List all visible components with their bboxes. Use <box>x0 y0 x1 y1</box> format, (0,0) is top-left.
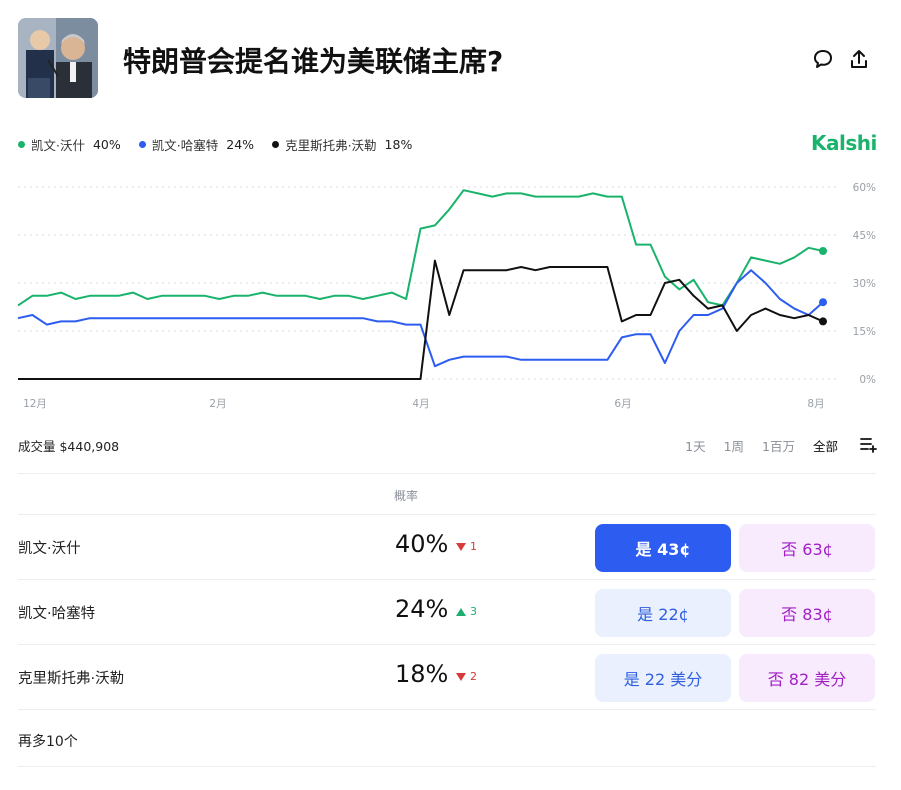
portrait-photo-icon <box>18 18 98 98</box>
range-1m[interactable]: 1百万 <box>762 436 795 455</box>
range-selector: 1天 1周 1百万 全部 <box>667 436 838 455</box>
x-tick-label: 4月 <box>412 398 429 410</box>
divider <box>18 709 876 710</box>
buy-no-button[interactable]: 否 63¢ <box>739 524 875 572</box>
outcome-name: 凯文·哈塞特 <box>18 606 96 622</box>
change-value: 2 <box>470 670 477 683</box>
change-indicator: 1 <box>456 540 477 553</box>
buy-no-button[interactable]: 否 82 美分 <box>739 654 875 702</box>
series-endpoint-2 <box>819 317 827 326</box>
volume-text: 成交量 $440,908 <box>18 439 120 454</box>
down-arrow-icon <box>456 672 466 681</box>
legend-dot <box>18 140 25 148</box>
market-title: 特朗普会提名谁为美联储主席? <box>123 45 504 78</box>
x-tick-label: 12月 <box>23 398 47 410</box>
buy-yes-button[interactable]: 是 22¢ <box>595 589 731 637</box>
outcome-name: 克里斯托弗·沃勒 <box>18 671 125 687</box>
legend-item: 凯文·哈塞特 24% <box>138 135 255 154</box>
outcome-row[interactable]: 凯文·哈塞特 24% 3 是 22¢ 否 83¢ <box>18 580 876 644</box>
y-tick-label: 45% <box>853 230 876 242</box>
legend-dot <box>272 140 280 148</box>
y-tick-label: 30% <box>853 278 876 290</box>
outcome-row[interactable]: 凯文·沃什 40% 1 是 43¢ 否 63¢ <box>18 515 876 579</box>
outcome-row[interactable]: 克里斯托弗·沃勒 18% 2 是 22 美分 否 82 美分 <box>18 645 876 709</box>
change-value: 3 <box>470 605 477 618</box>
legend-pct: 24% <box>226 136 255 152</box>
show-more-link[interactable]: 再多10个 <box>18 731 78 751</box>
y-tick-label: 0% <box>859 374 876 386</box>
x-tick-label: 8月 <box>807 398 824 410</box>
range-all[interactable]: 全部 <box>813 436 838 455</box>
list-add-icon[interactable] <box>860 435 878 453</box>
outcome-probability: 40% <box>395 530 449 558</box>
legend-dot <box>138 140 146 148</box>
range-1d[interactable]: 1天 <box>685 436 705 455</box>
y-tick-label: 15% <box>853 326 876 338</box>
x-tick-label: 2月 <box>209 398 226 410</box>
up-arrow-icon <box>456 607 466 616</box>
change-indicator: 3 <box>456 605 477 618</box>
legend-pct: 18% <box>384 136 413 152</box>
series-endpoint-1 <box>819 298 827 307</box>
series-line-1 <box>17 269 824 368</box>
series-line-2 <box>18 259 824 380</box>
down-arrow-icon <box>456 542 466 551</box>
change-indicator: 2 <box>456 670 477 683</box>
legend-item: 凯文·沃什 40% <box>18 135 121 154</box>
market-header: 特朗普会提名谁为美联储主席? <box>18 18 883 98</box>
buy-yes-button[interactable]: 是 22 美分 <box>595 654 731 702</box>
legend-name: 凯文·沃什 <box>31 137 85 153</box>
change-value: 1 <box>470 540 477 553</box>
legend-pct: 40% <box>92 136 121 152</box>
range-1w[interactable]: 1周 <box>724 436 744 455</box>
buy-no-button[interactable]: 否 83¢ <box>739 589 875 637</box>
outcome-name: 凯文·沃什 <box>18 541 81 557</box>
volume-row: 成交量 $440,908 1天 1周 1百万 全部 <box>18 434 878 454</box>
price-chart[interactable]: 60% 45% 30% 15% 0% 12月 2月 4月 6月 8月 <box>0 170 901 420</box>
legend-name: 凯文·哈塞特 <box>151 137 219 153</box>
market-avatar <box>18 18 98 98</box>
share-icon[interactable] <box>848 48 870 70</box>
outcome-probability: 18% <box>395 660 449 688</box>
divider <box>18 473 876 474</box>
chart-legend: 凯文·沃什 40% 凯文·哈塞特 24% 克里斯托弗·沃勒 18% <box>18 135 430 153</box>
probability-header: 概率 <box>394 489 419 503</box>
legend-name: 克里斯托弗·沃勒 <box>285 137 377 153</box>
divider <box>18 766 876 767</box>
series-line-0 <box>17 189 824 307</box>
y-tick-label: 60% <box>853 182 876 194</box>
legend-item: 克里斯托弗·沃勒 18% <box>272 135 412 154</box>
x-tick-label: 6月 <box>614 398 631 410</box>
kalshi-logo: Kalshi <box>811 131 877 155</box>
outcome-probability: 24% <box>395 595 449 623</box>
buy-yes-button[interactable]: 是 43¢ <box>595 524 731 572</box>
comment-icon[interactable] <box>812 48 834 70</box>
series-endpoint-0 <box>819 247 827 255</box>
